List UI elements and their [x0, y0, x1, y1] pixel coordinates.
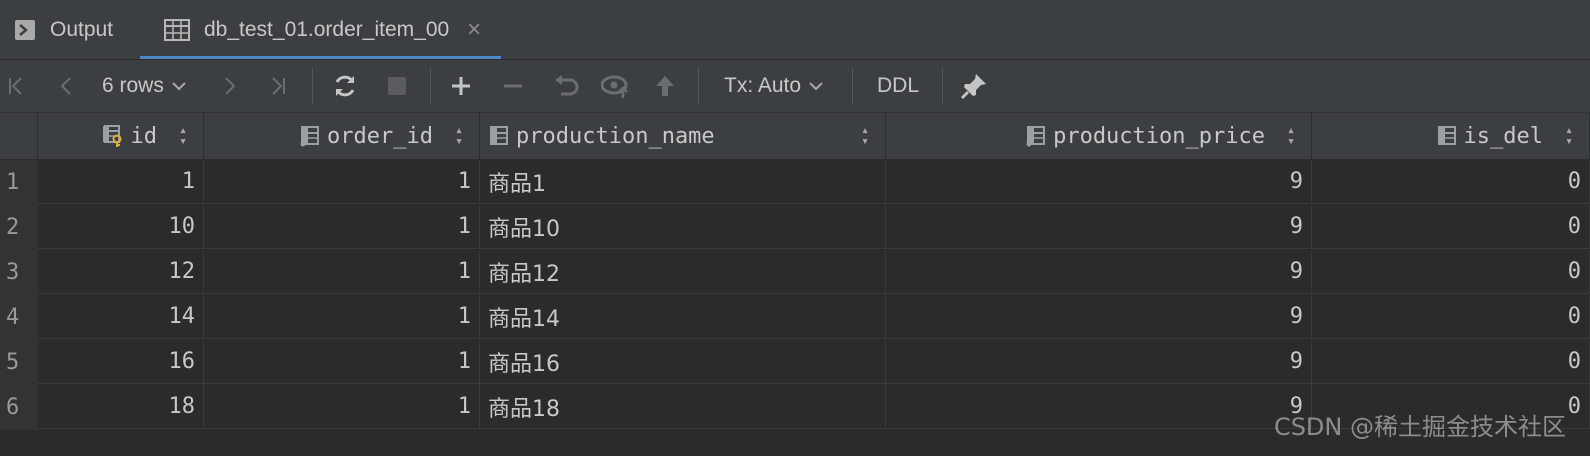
ddl-label: DDL [876, 74, 919, 97]
cell-is-del[interactable]: 0 [1312, 160, 1590, 204]
cell-id[interactable]: 14 [38, 295, 204, 339]
table-row[interactable]: 5 16 1 商品16 9 0 [0, 340, 1590, 385]
cell-production-name[interactable]: 商品12 [480, 250, 886, 294]
view-query-icon[interactable] [600, 60, 632, 112]
cell-order-id[interactable]: 1 [204, 295, 480, 339]
first-page-icon[interactable] [4, 60, 28, 112]
cell-production-price[interactable]: 9 [886, 295, 1312, 339]
column-header-production-name[interactable]: production_name ▴ ▾ [480, 113, 886, 159]
tab-order-item-00[interactable]: db_test_01.order_item_00 × [140, 0, 502, 59]
cell-production-name[interactable]: 商品16 [480, 340, 886, 384]
column-header-production-price[interactable]: production_price ▴ ▾ [886, 113, 1312, 159]
cell-production-price[interactable]: 9 [886, 205, 1312, 249]
cell-production-name[interactable]: 商品10 [480, 205, 886, 249]
cell-production-name[interactable]: 商品1 [480, 160, 886, 204]
table-row[interactable]: 3 12 1 商品12 9 0 [0, 250, 1590, 295]
cell-is-del[interactable]: 0 [1312, 295, 1590, 339]
row-number[interactable]: 5 [0, 340, 38, 385]
pin-icon[interactable] [958, 60, 990, 112]
console-icon [14, 19, 36, 41]
column-name: is_del [1463, 123, 1543, 149]
results-toolbar: 6 rows Tx: Auto DDL [0, 60, 1590, 113]
tab-active-label: db_test_01.order_item_00 [204, 17, 450, 41]
row-number[interactable]: 3 [0, 250, 38, 295]
primary-key-column-icon [101, 124, 125, 148]
cell-id[interactable]: 10 [38, 205, 204, 249]
next-page-icon[interactable] [218, 60, 242, 112]
tab-output[interactable]: Output [14, 0, 113, 59]
cell-is-del[interactable]: 0 [1312, 250, 1590, 294]
cell-order-id[interactable]: 1 [204, 340, 480, 384]
column-name: production_name [516, 123, 715, 149]
sort-icon[interactable]: ▴ ▾ [455, 124, 463, 148]
cell-production-name[interactable]: 商品18 [480, 385, 886, 429]
cell-production-price[interactable]: 9 [886, 385, 1312, 429]
row-number[interactable]: 6 [0, 385, 38, 430]
chevron-down-icon [809, 81, 823, 91]
cell-order-id[interactable]: 1 [204, 205, 480, 249]
stop-icon[interactable] [384, 60, 410, 112]
row-number[interactable]: 4 [0, 295, 38, 340]
column-icon [488, 125, 510, 147]
table-icon [164, 18, 190, 41]
tx-mode-label: Tx: Auto [724, 74, 802, 97]
sort-icon[interactable]: ▴ ▾ [1287, 124, 1295, 148]
cell-id[interactable]: 1 [38, 160, 204, 204]
row-number[interactable]: 2 [0, 205, 38, 250]
column-name: order_id [327, 123, 433, 149]
sort-icon[interactable]: ▴ ▾ [1565, 124, 1573, 148]
chevron-down-icon [172, 81, 186, 91]
gutter-header [0, 113, 38, 159]
cell-production-price[interactable]: 9 [886, 250, 1312, 294]
previous-page-icon[interactable] [54, 60, 78, 112]
column-header-is-del[interactable]: is_del ▴ ▾ [1312, 113, 1590, 159]
rows-label: 6 rows [102, 74, 164, 97]
cell-is-del[interactable]: 0 [1312, 205, 1590, 249]
cell-order-id[interactable]: 1 [204, 160, 480, 204]
table-row[interactable]: 4 14 1 商品14 9 0 [0, 295, 1590, 340]
tx-mode-selector[interactable]: Tx: Auto [724, 60, 834, 112]
watermark: CSDN @稀土掘金技术社区 [1273, 413, 1566, 441]
last-page-icon[interactable] [266, 60, 290, 112]
column-icon [1436, 125, 1458, 147]
tab-bar: Output db_test_01.order_item_00 × [0, 0, 1590, 60]
rows-selector[interactable]: 6 rows [102, 60, 194, 112]
add-row-icon[interactable] [448, 60, 474, 112]
column-name: id [130, 123, 158, 149]
sort-icon[interactable]: ▴ ▾ [861, 124, 869, 148]
cell-id[interactable]: 18 [38, 385, 204, 429]
delete-row-icon[interactable] [500, 60, 526, 112]
cell-production-name[interactable]: 商品14 [480, 295, 886, 339]
row-number[interactable]: 1 [0, 160, 38, 205]
sort-icon[interactable]: ▴ ▾ [179, 124, 187, 148]
tab-output-label: Output [50, 17, 114, 41]
cell-production-price[interactable]: 9 [886, 160, 1312, 204]
table-row[interactable]: 1 1 1 商品1 9 0 [0, 160, 1590, 205]
cell-is-del[interactable]: 0 [1312, 340, 1590, 384]
cell-order-id[interactable]: 1 [204, 250, 480, 294]
column-icon [1025, 125, 1047, 147]
column-name: production_price [1053, 123, 1265, 149]
column-icon [299, 125, 321, 147]
cell-production-price[interactable]: 9 [886, 340, 1312, 384]
cell-id[interactable]: 12 [38, 250, 204, 294]
revert-icon[interactable] [552, 60, 580, 112]
refresh-icon[interactable] [330, 60, 360, 112]
column-header-id[interactable]: id ▴ ▾ [38, 113, 204, 159]
ddl-button[interactable]: DDL [872, 60, 924, 112]
submit-icon[interactable] [652, 60, 678, 112]
cell-id[interactable]: 16 [38, 340, 204, 384]
column-header-order-id[interactable]: order_id ▴ ▾ [204, 113, 480, 159]
table-row[interactable]: 2 10 1 商品10 9 0 [0, 205, 1590, 250]
close-icon[interactable]: × [467, 16, 481, 44]
cell-order-id[interactable]: 1 [204, 385, 480, 429]
